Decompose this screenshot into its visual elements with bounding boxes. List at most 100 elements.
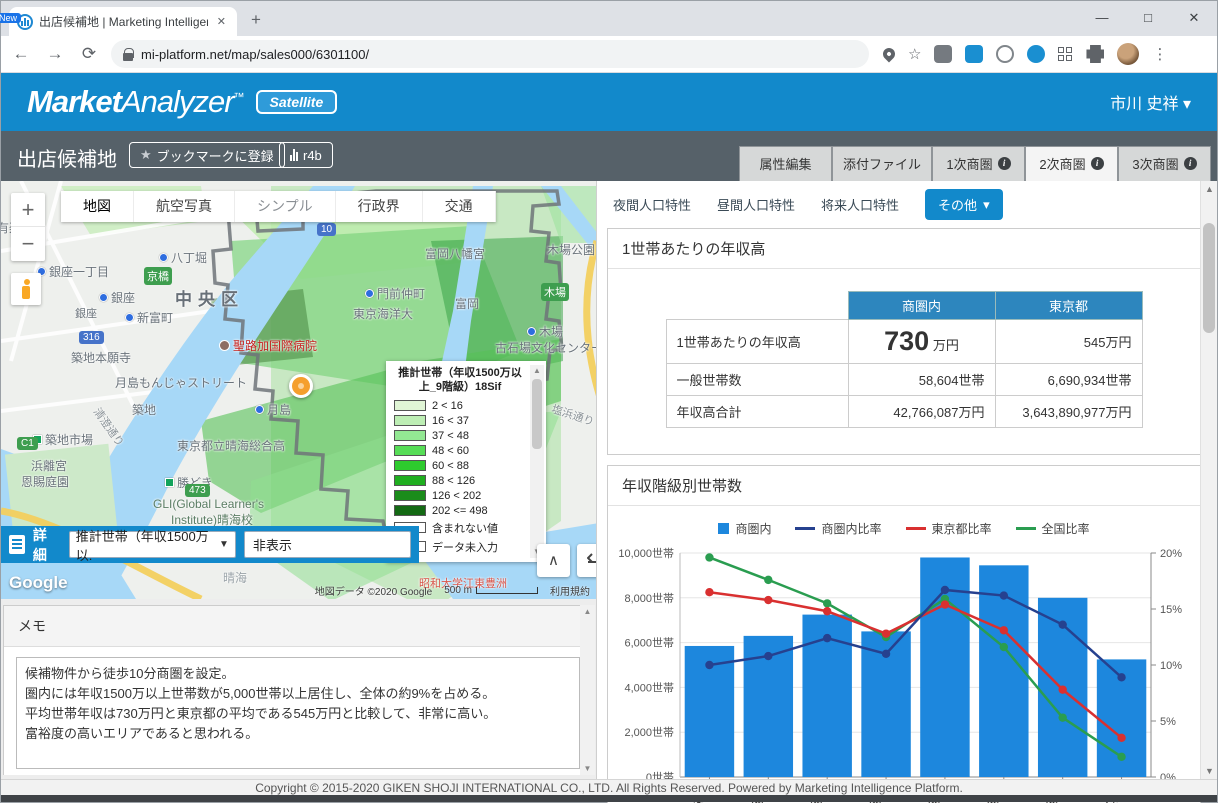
extension-new-icon[interactable]: New	[965, 45, 983, 63]
window-bottom-edge	[1, 795, 1217, 802]
map-label-text: 八丁堀	[171, 249, 207, 266]
window-minimize-button[interactable]: —	[1079, 1, 1125, 36]
main-content: 有楽町銀座一丁目銀座銀座八丁堀新川中央区新富町聖路加国際病院築地本願寺月島もんじ…	[1, 181, 1217, 779]
visibility-select[interactable]: 非表示	[244, 531, 411, 558]
legend-swatch	[394, 445, 426, 456]
info-icon[interactable]: i	[1184, 157, 1197, 170]
zoom-in-button[interactable]: +	[11, 193, 45, 227]
route-shield: 京橋	[144, 267, 172, 285]
map-label: 東京海洋大	[353, 305, 413, 322]
map-type-button-1[interactable]: 地図	[61, 191, 134, 222]
bookmark-register-button[interactable]: ★ブックマークに登録	[129, 142, 285, 168]
back-button[interactable]: ←	[9, 44, 33, 64]
map-attribution: 地図データ ©2020 Google 500 m 利用規約	[315, 583, 590, 598]
map-label: 聖路加国際病院	[219, 337, 317, 354]
user-menu[interactable]: 市川 史祥 ▾	[1110, 90, 1191, 114]
location-pin-icon[interactable]	[881, 46, 898, 63]
feature-tab-2[interactable]: 昼間人口特性	[717, 195, 795, 214]
browser-tab[interactable]: 出店候補地 | Marketing Intelligen ✕	[9, 7, 237, 36]
legend-range-label: 48 < 60	[432, 445, 469, 457]
income-value-tokyo: 3,643,890,977万円	[995, 396, 1142, 428]
map-label: 富岡	[455, 295, 479, 312]
map-type-switcher: 地図航空写真シンプル行政界交通	[61, 191, 496, 222]
income-class-chart: 0世帯2,000世帯4,000世帯6,000世帯8,000世帯10,000世帯0…	[608, 539, 1200, 803]
legend-scroll-up-icon[interactable]: ▲	[530, 365, 544, 377]
map-type-button-2[interactable]: 航空写真	[134, 191, 235, 222]
legend-range-label: データ未入力	[432, 539, 498, 555]
streetview-pegman[interactable]	[11, 273, 41, 305]
extensions-puzzle-icon[interactable]	[1086, 45, 1104, 63]
area-tab-3[interactable]: 1次商圏i	[932, 146, 1025, 181]
reload-button[interactable]: ⟳	[77, 44, 101, 64]
url-text[interactable]: mi-platform.net/map/sales000/6301100/	[141, 47, 369, 62]
zoom-out-button[interactable]: −	[11, 227, 45, 261]
new-badge: New	[0, 13, 21, 23]
income-row-label: 年収高合計	[666, 396, 848, 428]
legend-swatch	[394, 430, 426, 441]
layer-select[interactable]: 推計世帯（年収1500万以.▼	[69, 531, 236, 558]
map-label-text: 月島もんじゃストリート	[115, 374, 247, 391]
pdf-extension-icon[interactable]	[934, 45, 952, 63]
r4b-button[interactable]: r4b	[279, 142, 333, 168]
window-maximize-button[interactable]: □	[1125, 1, 1171, 36]
info-icon[interactable]: i	[998, 157, 1011, 170]
map-type-button-4[interactable]: 行政界	[336, 191, 423, 222]
left-pane-scrollbar[interactable]: ▲ ▼	[580, 605, 595, 775]
map-label-text: 富岡	[455, 295, 479, 312]
new-tab-button[interactable]: +	[251, 10, 261, 30]
memo-card: メモ	[3, 605, 593, 775]
bookmark-star-icon[interactable]: ☆	[908, 45, 921, 63]
svg-text:20%: 20%	[1160, 548, 1182, 560]
tab-close-icon[interactable]: ✕	[214, 15, 229, 28]
map-label: 銀座	[99, 289, 135, 306]
metro-icon	[99, 293, 108, 302]
svg-text:6,000世帯: 6,000世帯	[624, 637, 674, 650]
chart-legend: 商圏内商圏内比率東京都比率全国比率	[608, 506, 1200, 539]
detail-label[interactable]: 詳細	[33, 525, 61, 565]
browser-window: 出店候補地 | Marketing Intelligen ✕ + — □ ✕ ←…	[0, 0, 1218, 803]
left-scroll-down-icon[interactable]: ▼	[580, 764, 595, 773]
terms-link[interactable]: 利用規約	[550, 583, 590, 598]
area-tab-5[interactable]: 3次商圏 i	[1118, 146, 1211, 181]
window-close-button[interactable]: ✕	[1171, 1, 1217, 36]
tab-title: 出店候補地 | Marketing Intelligen	[39, 13, 208, 30]
feature-tab-3[interactable]: 将来人口特性	[821, 195, 899, 214]
income-value-tokyo: 545万円	[995, 320, 1142, 364]
area-tab-1[interactable]: 属性編集	[739, 146, 832, 181]
left-scroll-up-icon[interactable]: ▲	[580, 607, 595, 616]
right-pane-scrollbar[interactable]: ▲ ▼	[1200, 181, 1217, 779]
forward-button[interactable]: →	[43, 44, 67, 64]
chart-card-title: 年収階級別世帯数	[608, 466, 1200, 506]
map-type-button-5[interactable]: 交通	[423, 191, 496, 222]
feature-tab-more[interactable]: その他▾	[925, 189, 1003, 220]
browser-menu-icon[interactable]: ⋮	[1152, 45, 1167, 63]
collapse-panel-button[interactable]: ∧	[537, 544, 570, 577]
map-canvas[interactable]: 有楽町銀座一丁目銀座銀座八丁堀新川中央区新富町聖路加国際病院築地本願寺月島もんじ…	[1, 181, 596, 599]
r4b-label: r4b	[303, 148, 322, 163]
circle-extension-icon[interactable]	[996, 45, 1014, 63]
memo-textarea[interactable]	[16, 657, 580, 769]
info-icon[interactable]: i	[1091, 157, 1104, 170]
profile-avatar[interactable]	[1117, 43, 1139, 65]
svg-text:5%: 5%	[1160, 716, 1176, 728]
scale-bar	[476, 587, 538, 594]
right-scroll-down-icon[interactable]: ▼	[1201, 766, 1218, 776]
legend-scrollbar[interactable]: ▲ ▼	[530, 365, 544, 558]
right-scroll-thumb[interactable]	[1203, 223, 1215, 333]
feature-tab-1[interactable]: 夜間人口特性	[613, 195, 691, 214]
dock-button[interactable]	[577, 544, 596, 577]
area-tab-label: 3次商圏	[1132, 154, 1178, 173]
legend-range-label: 37 < 48	[432, 430, 469, 442]
address-bar[interactable]: mi-platform.net/map/sales000/6301100/	[111, 40, 869, 68]
map-zoom-control: + −	[11, 193, 45, 261]
area-tab-4[interactable]: 2次商圏i	[1025, 146, 1118, 181]
map-label: 浜離宮	[31, 457, 67, 474]
map-type-button-3[interactable]: シンプル	[235, 191, 336, 222]
cloud-extension-icon[interactable]	[1027, 45, 1045, 63]
right-scroll-up-icon[interactable]: ▲	[1201, 184, 1218, 194]
income-card: 1世帯あたりの年収高 商圏内東京都1世帯あたりの年収高730 万円545万円一般…	[607, 228, 1201, 455]
area-tab-2[interactable]: 添付ファイル	[832, 146, 932, 181]
apps-grid-icon[interactable]	[1058, 47, 1073, 62]
candidate-site-marker[interactable]	[289, 374, 313, 398]
legend-scroll-thumb[interactable]	[532, 379, 542, 449]
